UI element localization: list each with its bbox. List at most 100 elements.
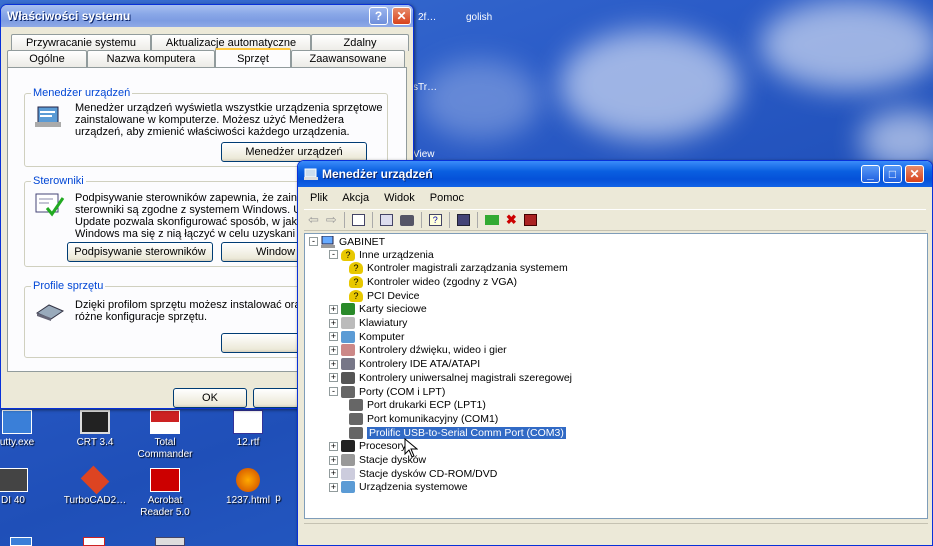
show-hide-tree-icon[interactable]: [351, 214, 365, 226]
keyboard-icon: [341, 317, 355, 329]
tree-device[interactable]: ? PCI Device: [349, 289, 420, 302]
tree-item-label: Stacje dysków CD-ROM/DVD: [359, 467, 498, 480]
tree-device[interactable]: Port komunikacyjny (COM1): [349, 412, 498, 425]
tab-system-restore[interactable]: Przywracanie systemu: [11, 34, 151, 51]
collapse-toggle[interactable]: -: [309, 237, 318, 246]
app-icon: [0, 468, 28, 492]
desktop-icon[interactable]: DI 40: [0, 468, 48, 507]
desktop-label: golish: [466, 12, 493, 23]
tree-category[interactable]: + Klawiatury: [329, 317, 407, 330]
terminal-icon: [80, 410, 110, 434]
mouse-cursor-icon: [404, 438, 418, 458]
group-label: Sterowniki: [31, 175, 86, 187]
group-text: Dzięki profilom sprzętu możesz instalowa…: [75, 299, 306, 323]
system-properties-titlebar[interactable]: Właściwości systemu: [1, 5, 413, 27]
collapse-toggle[interactable]: -: [329, 250, 338, 259]
tab-hardware[interactable]: Sprzęt: [215, 48, 291, 67]
menu-file[interactable]: Plik: [310, 192, 328, 204]
device-manager-icon: [304, 168, 318, 180]
expand-toggle[interactable]: +: [329, 469, 338, 479]
tab-general[interactable]: Ogólne: [7, 50, 87, 67]
desktop-icon[interactable]: TurboCAD2…: [60, 465, 130, 507]
device-manager-titlebar[interactable]: Menedżer urządzeń: [298, 161, 932, 187]
tree-device[interactable]: ? Kontroler wideo (zgodny z VGA): [349, 275, 517, 288]
expand-toggle[interactable]: +: [329, 482, 338, 492]
forward-arrow-icon[interactable]: ⇨: [326, 212, 337, 228]
tree-item-label: Komputer: [359, 330, 405, 343]
expand-toggle[interactable]: +: [329, 332, 338, 342]
tree-category[interactable]: + Procesory: [329, 440, 406, 453]
app-icon: [155, 537, 185, 546]
menu-view[interactable]: Widok: [384, 192, 415, 204]
expand-toggle[interactable]: +: [329, 455, 338, 465]
ok-button[interactable]: OK: [173, 388, 247, 408]
warning-device-icon: ?: [349, 262, 363, 275]
tree-item-label: Kontrolery uniwersalnej magistrali szere…: [359, 371, 573, 384]
desktop-icon[interactable]: CRT 3.4: [60, 410, 130, 449]
tab-remote[interactable]: Zdalny: [311, 34, 409, 51]
tree-device[interactable]: ? Kontroler magistrali zarządzania system…: [349, 262, 568, 275]
network-card-icon: [341, 303, 355, 316]
close-button[interactable]: ✕: [905, 165, 924, 183]
tree-device-selected[interactable]: Prolific USB-to-Serial Comm Port (COM3): [349, 425, 567, 440]
collapse-toggle[interactable]: -: [329, 387, 338, 396]
tree-category[interactable]: -? Inne urządzenia: [329, 248, 434, 261]
port-icon: [349, 426, 363, 439]
cdrom-icon: [341, 467, 355, 480]
desktop-icon[interactable]: 12.rtf: [213, 410, 283, 449]
toolbar-separator: [343, 212, 345, 228]
desktop-icon-label: TurboCAD2…: [63, 495, 127, 506]
tree-root[interactable]: - GABINET: [309, 235, 385, 248]
desktop-icon[interactable]: Total Commander: [130, 410, 200, 461]
tree-category[interactable]: - Porty (COM i LPT): [329, 385, 445, 398]
expand-toggle[interactable]: +: [329, 318, 338, 328]
tree-device[interactable]: Port drukarki ECP (LPT1): [349, 399, 486, 412]
menu-help[interactable]: Pomoc: [430, 192, 464, 204]
update-driver-icon[interactable]: [484, 215, 499, 225]
maximize-button[interactable]: □: [883, 165, 902, 183]
device-manager-button[interactable]: Menedżer urządzeń: [221, 142, 367, 162]
device-tree-panel[interactable]: - GABINET -? Inne urządzenia? Kontroler ma…: [304, 233, 928, 519]
tree-category[interactable]: + Kontrolery uniwersalnej magistrali szer…: [329, 371, 572, 384]
desktop-icon[interactable]: utty.exe: [0, 410, 52, 449]
desktop-icon[interactable]: Acrobat Reader 5.0: [130, 468, 200, 519]
minimize-button[interactable]: _: [861, 165, 880, 183]
uninstall-icon[interactable]: ✖: [506, 212, 517, 228]
desktop-icon-label: Total Commander: [137, 437, 193, 460]
tab-advanced[interactable]: Zaawansowane: [291, 50, 405, 67]
print-icon[interactable]: [399, 214, 414, 226]
group-text: Menedżer urządzeń wyświetla wszystkie ur…: [75, 102, 383, 138]
help-icon[interactable]: ?: [428, 214, 442, 226]
scan-hardware-icon[interactable]: [456, 214, 470, 226]
driver-signing-button[interactable]: Podpisywanie sterowników: [67, 242, 213, 262]
desktop-icon[interactable]: p: [268, 493, 288, 505]
tree-category[interactable]: + Karty sieciowe: [329, 303, 427, 316]
disable-icon[interactable]: [523, 214, 537, 226]
properties-icon[interactable]: [379, 214, 393, 226]
close-button[interactable]: ✕: [392, 7, 411, 25]
hardware-profiles-icon: [35, 304, 65, 321]
computer-icon: [341, 330, 355, 343]
text-line: Windows ma się z nią łączyć w celu uzysk…: [75, 228, 296, 240]
expand-toggle[interactable]: +: [329, 373, 338, 383]
tree-item-label: Port komunikacyjny (COM1): [367, 412, 499, 425]
text-line: zainstalowane w komputerze. Możesz użyć …: [75, 114, 345, 126]
expand-toggle[interactable]: +: [329, 345, 338, 355]
text-line: Update pozwala skonfigurować sposób, w j…: [75, 216, 297, 228]
help-button[interactable]: ?: [369, 7, 388, 25]
expand-toggle[interactable]: +: [329, 359, 338, 369]
system-icon: [341, 481, 355, 494]
expand-toggle[interactable]: +: [329, 304, 338, 314]
tree-category[interactable]: + Urządzenia systemowe: [329, 481, 468, 494]
tree-category[interactable]: + Komputer: [329, 330, 405, 343]
tree-category[interactable]: + Kontrolery IDE ATA/ATAPI: [329, 358, 480, 371]
menu-bar: Plik Akcja Widok Pomoc: [310, 192, 476, 204]
expand-toggle[interactable]: +: [329, 441, 338, 451]
tree-category[interactable]: + Stacje dysków CD-ROM/DVD: [329, 467, 497, 480]
tree-category[interactable]: + Kontrolery dźwięku, wideo i gier: [329, 344, 507, 357]
back-arrow-icon[interactable]: ⇦: [308, 212, 319, 228]
tab-computer-name[interactable]: Nazwa komputera: [87, 50, 215, 67]
group-text: Podpisywanie sterowników zapewnia, że za…: [75, 192, 302, 240]
menu-action[interactable]: Akcja: [342, 192, 369, 204]
text-line: Podpisywanie sterowników zapewnia, że za…: [75, 192, 303, 204]
